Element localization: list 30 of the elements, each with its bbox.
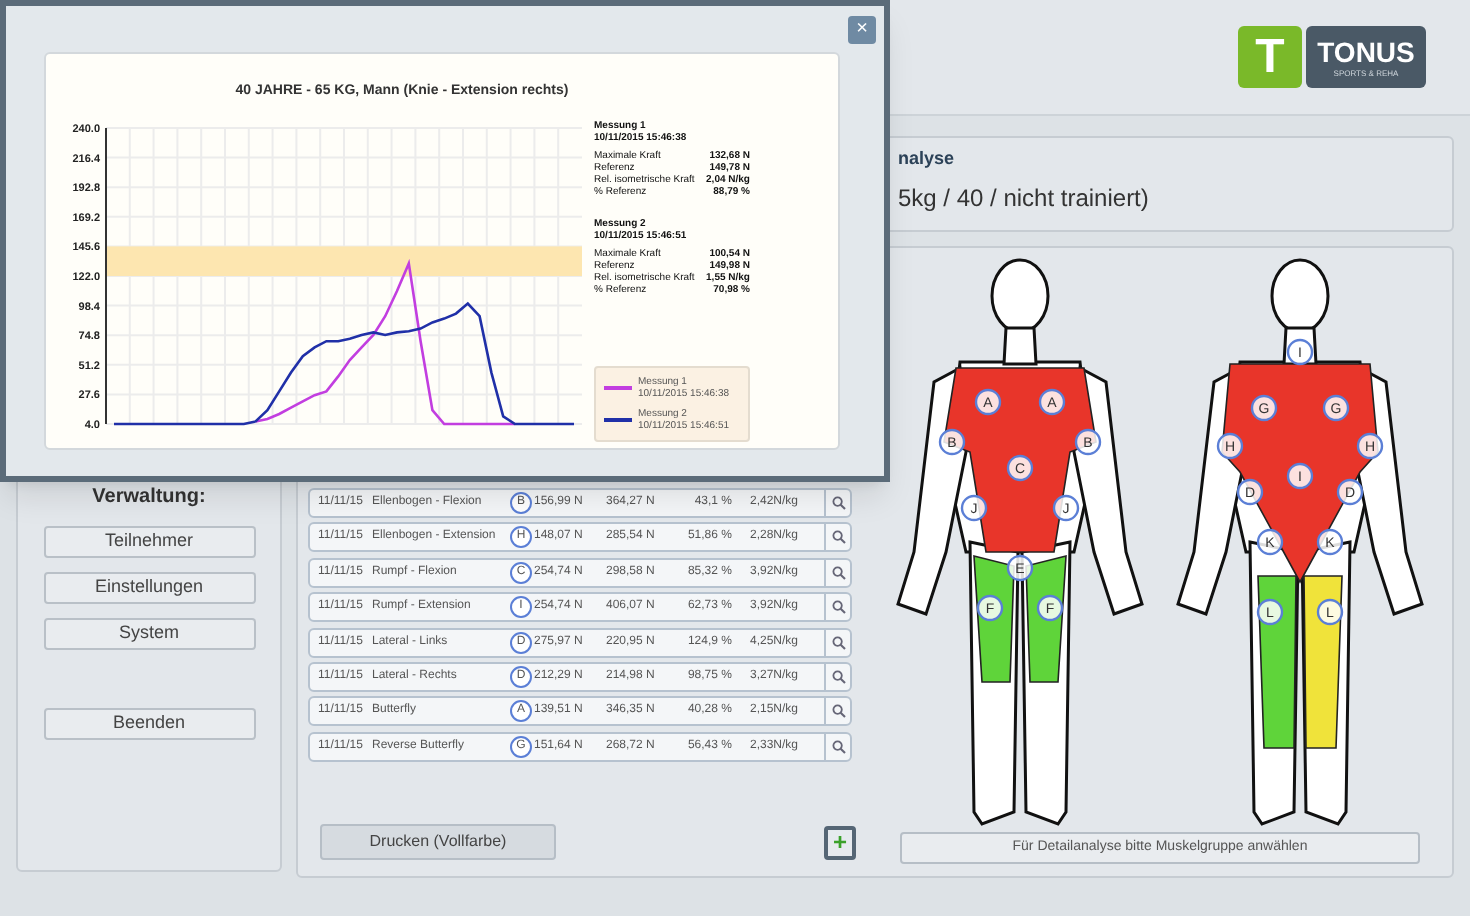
search-button[interactable] bbox=[824, 663, 850, 690]
search-icon bbox=[831, 704, 845, 719]
legend-line-icon bbox=[604, 385, 632, 389]
search-icon bbox=[831, 669, 845, 684]
muscle-group[interactable] bbox=[973, 554, 1067, 683]
search-button[interactable] bbox=[824, 490, 850, 516]
search-button[interactable] bbox=[824, 698, 850, 725]
search-icon bbox=[831, 600, 845, 615]
search-icon bbox=[831, 739, 845, 754]
search-button[interactable] bbox=[824, 629, 850, 656]
sidebar-button[interactable]: Teilnehmer bbox=[43, 526, 255, 558]
search-button[interactable] bbox=[824, 559, 850, 586]
sidebar-button[interactable]: Einstellungen bbox=[43, 572, 255, 604]
search-icon bbox=[831, 635, 845, 650]
search-button[interactable] bbox=[824, 524, 850, 551]
search-icon bbox=[831, 496, 845, 510]
analysis-subtitle: 5kg / 40 / nicht trainiert) bbox=[898, 181, 1151, 215]
print-button[interactable]: Drucken (Vollfarbe) bbox=[320, 824, 556, 860]
close-button[interactable]: × bbox=[848, 16, 876, 44]
search-icon bbox=[831, 530, 845, 545]
search-button[interactable] bbox=[824, 733, 850, 760]
legend-line-icon bbox=[604, 417, 632, 421]
logo-letter: T bbox=[1238, 26, 1302, 88]
search-button[interactable] bbox=[824, 594, 850, 621]
sidebar-button[interactable]: Beenden bbox=[43, 708, 255, 740]
sidebar-heading: Verwaltung: bbox=[92, 484, 206, 512]
logo-name: TONUS bbox=[1317, 37, 1415, 65]
sidebar-button[interactable]: System bbox=[43, 618, 255, 650]
search-icon bbox=[831, 565, 845, 580]
analysis-title: nalyse bbox=[898, 146, 957, 172]
